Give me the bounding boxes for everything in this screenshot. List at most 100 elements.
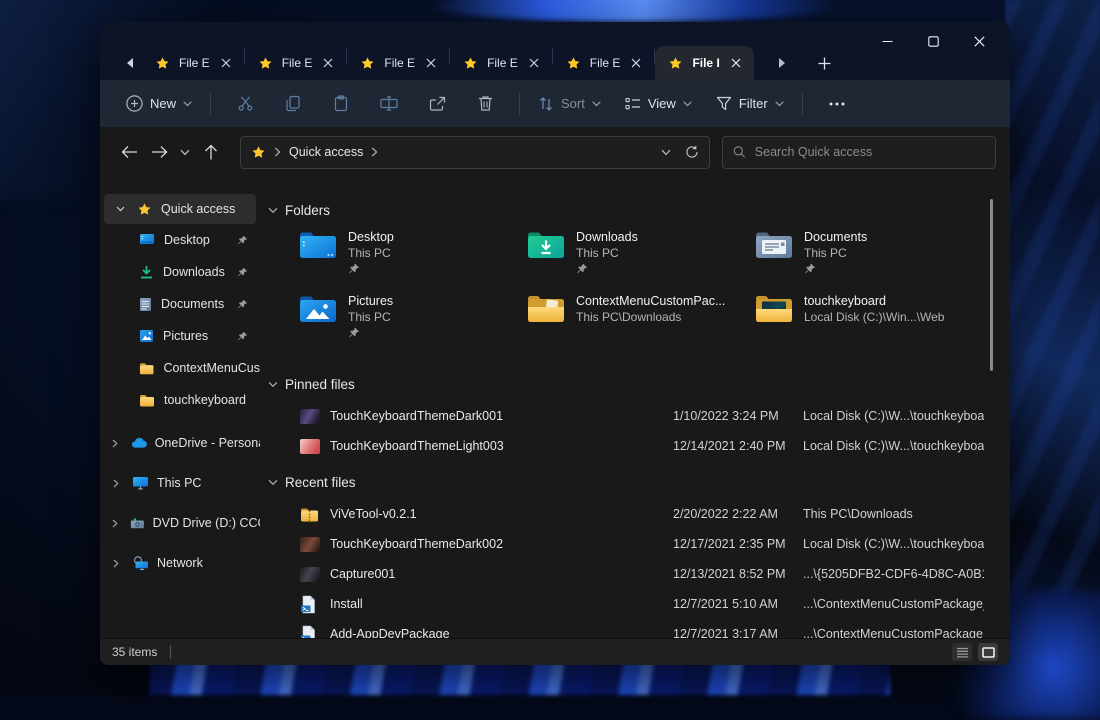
sort-button[interactable]: Sort [530,90,609,118]
chevron-right-icon[interactable] [108,519,122,528]
sidebar-item-contextmenucust[interactable]: ContextMenuCust [100,352,260,384]
new-button[interactable]: New [118,89,200,118]
tab-close-icon[interactable] [424,56,438,70]
file-name: Add-AppDevPackage [330,627,673,638]
file-row[interactable]: TouchKeyboardThemeDark001 1/10/2022 3:24… [268,401,984,431]
address-dropdown-icon[interactable] [661,149,671,156]
cut-button[interactable] [230,89,260,119]
file-row[interactable]: Capture001 12/13/2021 8:52 PM ...\{5205D… [268,559,984,589]
share-button[interactable] [422,89,452,119]
tab-close-icon[interactable] [321,56,335,70]
maximize-button[interactable] [910,26,956,56]
wallpaper-bloom-top [430,0,840,22]
folder-tile-pictures[interactable]: Pictures This PC [298,291,526,355]
tab-close-icon[interactable] [629,56,643,70]
tab-file-explorer-3[interactable]: File E [347,46,449,80]
star-icon [668,56,683,71]
section-header-pinned-files[interactable]: Pinned files [268,373,984,395]
file-row[interactable]: Add-AppDevPackage 12/7/2021 3:17 AM ...\… [268,619,984,638]
explorer-body: Quick access Desktop Downloads [100,177,1010,638]
command-toolbar: New [100,80,1010,127]
file-row[interactable]: Install 12/7/2021 5:10 AM ...\ContextMen… [268,589,984,619]
breadcrumb-quick-access[interactable]: Quick access [289,145,363,159]
file-row[interactable]: TouchKeyboardThemeDark002 12/17/2021 2:3… [268,529,984,559]
tab-file-explorer-5[interactable]: File E [553,46,655,80]
large-icons-view-button[interactable] [978,643,998,661]
tab-close-icon[interactable] [527,56,541,70]
tab-close-icon[interactable] [729,56,743,70]
chevron-down-icon [183,101,192,107]
folder-tile-documents[interactable]: Documents This PC [754,227,982,291]
copy-button[interactable] [278,89,308,119]
chevron-down-icon[interactable] [268,207,278,214]
sidebar-item-downloads[interactable]: Downloads [100,256,260,288]
tab-file-explorer-1[interactable]: File E [142,46,244,80]
folder-tile-downloads[interactable]: Downloads This PC [526,227,754,291]
paste-button[interactable] [326,89,356,119]
section-header-folders[interactable]: Folders [268,199,984,221]
view-button[interactable]: View [617,90,700,117]
refresh-icon[interactable] [685,145,699,159]
close-button[interactable] [956,26,1002,56]
address-bar[interactable]: Quick access [240,136,710,169]
sidebar-item-quick-access[interactable]: Quick access [104,194,256,224]
tile-location: This PC [348,245,394,261]
rename-button[interactable] [374,89,404,119]
file-row[interactable]: ViVeTool-v0.2.1 2/20/2022 2:22 AM This P… [268,499,984,529]
file-path: ...\ContextMenuCustomPackage_... [803,597,984,611]
file-name: TouchKeyboardThemeDark001 [330,409,673,423]
view-toggle-group [952,643,998,661]
window-controls [864,26,1002,56]
star-icon [360,56,375,71]
folder-tile-touchkeyboard[interactable]: touchkeyboard Local Disk (C:)\Win...\Web [754,291,982,355]
delete-button[interactable] [470,89,500,119]
new-tab-button[interactable] [812,50,838,76]
forward-button[interactable] [144,137,174,167]
chevron-down-icon[interactable] [112,206,128,212]
sidebar-item-documents[interactable]: Documents [100,288,260,320]
tab-file-explorer-4[interactable]: File E [450,46,552,80]
filter-button[interactable]: Filter [708,90,792,117]
tab-label: File E [487,56,518,70]
folder-tile-contextmenucustompac[interactable]: ContextMenuCustomPac... This PC\Download… [526,291,754,355]
folders-grid: Desktop This PC Downloads [268,227,984,355]
tab-file-explorer-active[interactable]: File I [655,46,753,80]
desktop-icon [139,233,155,247]
tab-close-icon[interactable] [219,56,233,70]
sidebar-item-touchkeyboard[interactable]: touchkeyboard [100,384,260,416]
minimize-button[interactable] [864,26,910,56]
chevron-down-icon[interactable] [268,381,278,388]
back-button[interactable] [114,137,144,167]
folder-tile-desktop[interactable]: Desktop This PC [298,227,526,291]
tab-file-explorer-2[interactable]: File E [245,46,347,80]
details-view-button[interactable] [952,643,972,661]
sidebar-item-pictures[interactable]: Pictures [100,320,260,352]
sidebar-item-network[interactable]: Network [100,543,260,583]
chevron-down-icon[interactable] [268,479,278,486]
chevron-right-icon[interactable] [108,439,123,448]
chevron-right-icon[interactable] [108,479,124,488]
see-more-button[interactable] [822,89,852,119]
search-input[interactable] [755,145,985,159]
search-box[interactable] [722,136,996,169]
chevron-right-icon[interactable] [274,147,281,157]
document-icon [139,297,152,312]
recent-locations-button[interactable] [174,137,196,167]
tile-name: Pictures [348,293,393,309]
chevron-right-icon[interactable] [371,147,378,157]
up-button[interactable] [196,137,226,167]
tab-scroll-right-button[interactable] [770,46,794,80]
tab-scroll-left-button[interactable] [118,46,142,80]
sidebar-item-dvd-drive[interactable]: DVD Drive (D:) CCCO [100,503,260,543]
sidebar-item-this-pc[interactable]: This PC [100,463,260,503]
chevron-right-icon[interactable] [108,559,124,568]
sidebar-item-desktop[interactable]: Desktop [100,224,260,256]
vertical-scrollbar[interactable] [990,199,993,371]
section-header-recent-files[interactable]: Recent files [268,471,984,493]
file-name: Capture001 [330,567,673,581]
sidebar-item-onedrive[interactable]: OneDrive - Personal [100,423,260,463]
network-icon [132,556,149,570]
file-row[interactable]: TouchKeyboardThemeLight003 12/14/2021 2:… [268,431,984,461]
file-path: Local Disk (C:)\W...\touchkeyboard [803,409,984,423]
file-date: 2/20/2022 2:22 AM [673,507,803,521]
